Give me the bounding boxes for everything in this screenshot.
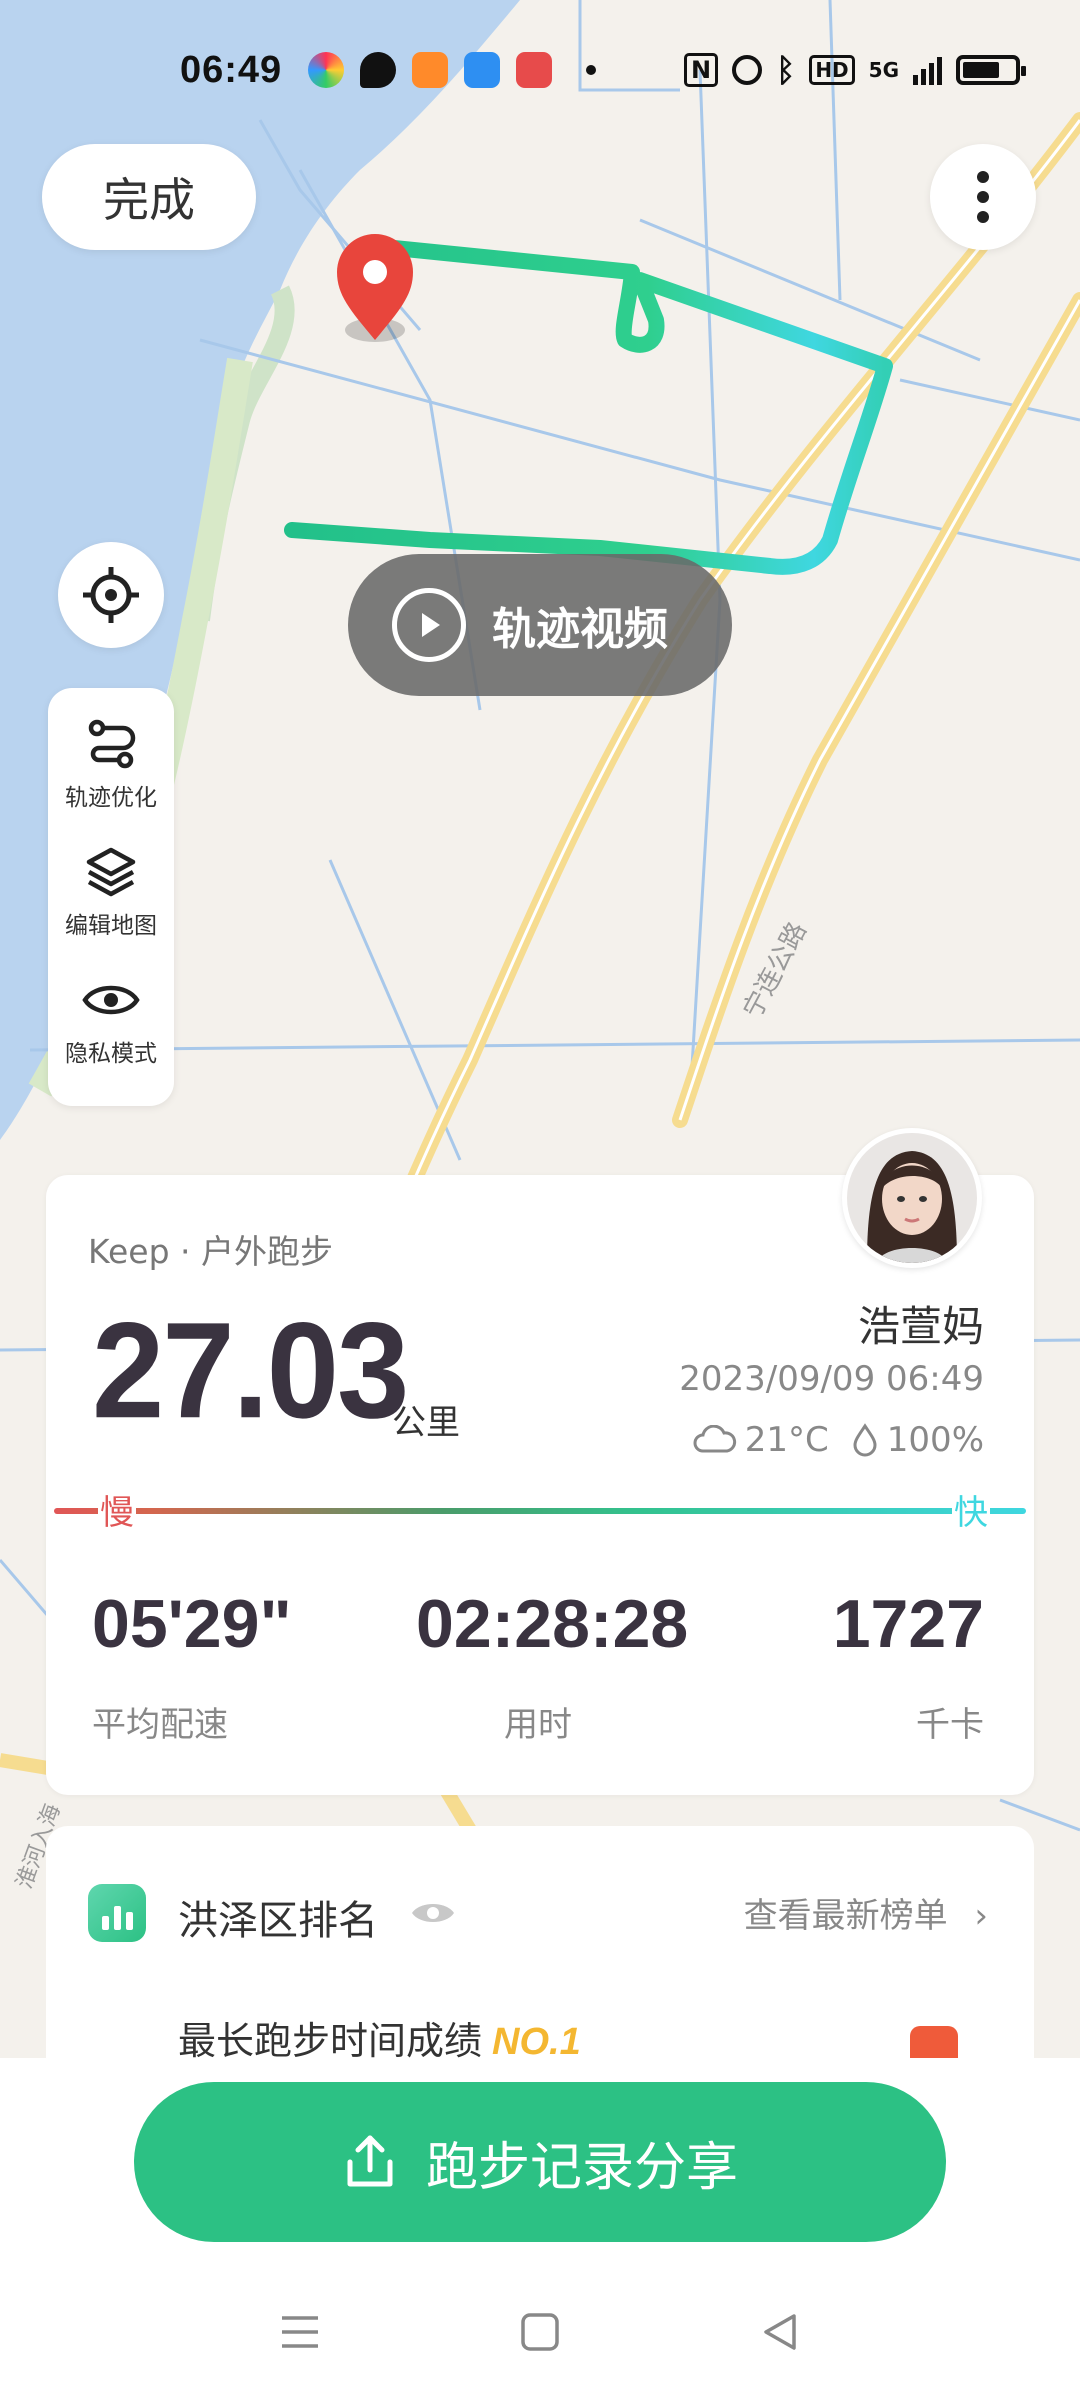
duration-label: 用时 bbox=[504, 1705, 572, 1745]
run-stats-card: Keep · 户外跑步 27.03 公里 浩萱妈 2023/09/09 06:4… bbox=[46, 1175, 1034, 1795]
tool-label: 编辑地图 bbox=[65, 913, 157, 939]
network-label: 5G bbox=[868, 58, 899, 82]
more-notifications-dot-icon bbox=[586, 65, 597, 75]
avg-pace-label: 平均配速 bbox=[92, 1705, 228, 1745]
layers-icon bbox=[86, 847, 136, 897]
fast-label: 快 bbox=[952, 1485, 990, 1534]
play-icon bbox=[392, 588, 466, 662]
bar-chart-icon bbox=[88, 1884, 146, 1942]
status-bar: 06:49 N ᛒ HD 5G bbox=[0, 0, 1080, 140]
notification-icons bbox=[308, 52, 597, 88]
edit-map-button[interactable]: 编辑地图 bbox=[65, 844, 157, 972]
track-video-label: 轨迹视频 bbox=[492, 604, 668, 655]
tool-label: 隐私模式 bbox=[65, 1041, 157, 1067]
view-latest-ranking-link[interactable]: 查看最新榜单 › bbox=[744, 1888, 988, 1937]
calories-label: 千卡 bbox=[916, 1705, 984, 1745]
ranking-card[interactable]: 洪泽区排名 查看最新榜单 › 最长跑步时间成绩 NO.1 bbox=[46, 1826, 1034, 2066]
pace-gradient-bar bbox=[54, 1508, 1026, 1514]
more-vertical-icon bbox=[977, 171, 989, 223]
system-status-icons: N ᛒ HD 5G bbox=[684, 51, 1026, 89]
start-pin-icon bbox=[337, 234, 413, 342]
calories-value: 1727 bbox=[832, 1586, 984, 1662]
weather-info: 21°C 100% bbox=[693, 1420, 984, 1460]
more-options-button[interactable] bbox=[930, 144, 1036, 250]
track-video-button[interactable]: 轨迹视频 bbox=[348, 554, 732, 696]
humidity-drop-icon bbox=[853, 1423, 877, 1457]
red-app-icon bbox=[516, 52, 553, 88]
orange-app-icon bbox=[412, 52, 449, 88]
cloud-icon bbox=[693, 1425, 736, 1453]
ranking-number: NO.1 bbox=[492, 2021, 581, 2063]
status-time: 06:49 bbox=[180, 48, 283, 91]
avg-pace-value: 05'29" bbox=[92, 1586, 292, 1662]
track-optimize-button[interactable]: 轨迹优化 bbox=[65, 716, 157, 844]
crosshair-icon bbox=[83, 567, 139, 623]
done-button[interactable]: 完成 bbox=[42, 144, 256, 250]
back-triangle-icon bbox=[764, 2314, 796, 2350]
share-label: 跑步记录分享 bbox=[425, 2137, 738, 2198]
chevron-right-icon: › bbox=[974, 1896, 988, 1936]
ranking-item: 最长跑步时间成绩 NO.1 bbox=[178, 2010, 581, 2065]
run-datetime: 2023/09/09 06:49 bbox=[679, 1359, 984, 1399]
username: 浩萱妈 bbox=[857, 1302, 984, 1351]
nfc-icon: N bbox=[684, 53, 719, 87]
humidity: 100% bbox=[886, 1420, 984, 1460]
map-tool-panel: 轨迹优化 编辑地图 隐私模式 bbox=[48, 688, 174, 1106]
signal-icon bbox=[913, 55, 942, 85]
temperature: 21°C bbox=[744, 1420, 829, 1460]
wechat-icon bbox=[360, 52, 397, 88]
distance-unit: 公里 bbox=[392, 1403, 460, 1443]
menu-icon bbox=[282, 2316, 318, 2348]
privacy-mode-button[interactable]: 隐私模式 bbox=[65, 972, 157, 1100]
home-nav-button[interactable] bbox=[500, 2292, 580, 2372]
activity-source: Keep · 户外跑步 bbox=[88, 1232, 334, 1271]
ranking-link-label: 查看最新榜单 bbox=[743, 1896, 948, 1936]
battery-icon bbox=[956, 55, 1026, 85]
distance-value: 27.03 bbox=[92, 1293, 409, 1447]
share-upload-icon bbox=[347, 2135, 393, 2187]
system-nav-bar bbox=[0, 2282, 1080, 2382]
avatar[interactable] bbox=[842, 1128, 982, 1268]
share-run-button[interactable]: 跑步记录分享 bbox=[134, 2082, 946, 2242]
bluetooth-icon: ᛒ bbox=[776, 51, 796, 89]
hd-icon: HD bbox=[809, 55, 855, 85]
home-square-icon bbox=[521, 2313, 559, 2351]
visibility-eye-icon[interactable] bbox=[410, 1898, 456, 1928]
duration-value: 02:28:28 bbox=[416, 1586, 689, 1662]
route-optimize-icon bbox=[88, 719, 136, 769]
alarm-icon bbox=[732, 55, 763, 85]
blue-app-icon bbox=[464, 52, 501, 88]
slow-label: 慢 bbox=[98, 1485, 136, 1534]
eye-icon bbox=[82, 985, 140, 1015]
locate-button[interactable] bbox=[58, 542, 164, 648]
tool-label: 轨迹优化 bbox=[65, 785, 157, 811]
ranking-item-label: 最长跑步时间成绩 bbox=[178, 2019, 483, 2063]
back-nav-button[interactable] bbox=[740, 2292, 820, 2372]
ranking-title: 洪泽区排名 bbox=[178, 1898, 378, 1944]
menu-nav-button[interactable] bbox=[260, 2292, 340, 2372]
colorful-app-icon bbox=[308, 52, 345, 88]
